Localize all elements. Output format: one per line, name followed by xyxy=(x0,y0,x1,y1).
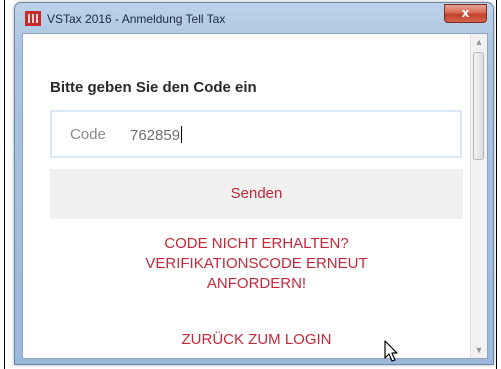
resend-code-line-1: CODE NICHT ERHALTEN? xyxy=(164,235,349,252)
title-bar[interactable]: VSTax 2016 - Anmeldung Tell Tax x xyxy=(15,3,493,33)
code-prompt-heading: Bitte geben Sie den Code ein xyxy=(50,79,257,96)
resend-code-line-2: VERIFIKATIONSCODE ERNEUT xyxy=(145,255,368,272)
code-input[interactable]: Code 762859 xyxy=(50,110,462,158)
send-button[interactable]: Senden xyxy=(50,169,463,219)
close-button[interactable]: x xyxy=(444,4,487,23)
code-input-label: Code xyxy=(70,126,106,143)
scroll-up-arrow-icon[interactable]: ▲ xyxy=(471,34,487,50)
login-window: VSTax 2016 - Anmeldung Tell Tax x Bitte … xyxy=(14,2,494,365)
code-input-value[interactable]: 762859 xyxy=(130,126,183,144)
resend-code-line-3: ANFORDERN! xyxy=(206,275,307,292)
code-input-text: 762859 xyxy=(130,127,181,144)
scrollbar-thumb[interactable] xyxy=(473,52,484,160)
back-to-login-link[interactable]: ZURÜCK ZUM LOGIN xyxy=(50,331,463,348)
vertical-scrollbar[interactable]: ▲ ▼ xyxy=(470,34,487,358)
verification-form: Bitte geben Sie den Code ein Code 762859… xyxy=(23,34,472,358)
text-caret xyxy=(181,126,183,143)
page-left-border xyxy=(4,0,5,369)
page-right-border xyxy=(496,0,497,369)
mouse-pointer-icon xyxy=(384,340,398,362)
window-content: Bitte geben Sie den Code ein Code 762859… xyxy=(22,33,488,359)
scroll-down-arrow-icon[interactable]: ▼ xyxy=(471,342,487,358)
app-logo-icon xyxy=(25,11,41,26)
window-title: VSTax 2016 - Anmeldung Tell Tax xyxy=(47,12,226,26)
resend-code-link[interactable]: CODE NICHT ERHALTEN? VERIFIKATIONSCODE E… xyxy=(50,234,463,294)
